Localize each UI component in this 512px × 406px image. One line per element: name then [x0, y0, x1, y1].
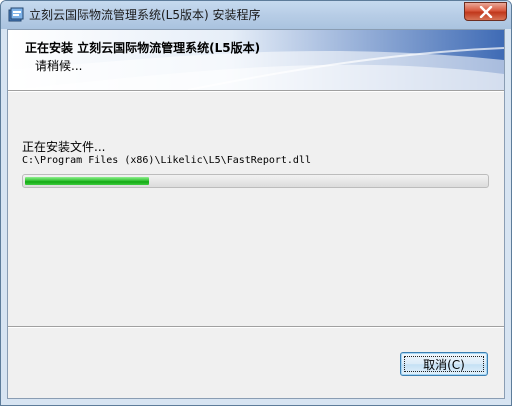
window-title: 立刻云国际物流管理系统(L5版本) 安装程序: [29, 8, 261, 22]
header-banner: 正在安装 立刻云国际物流管理系统(L5版本) 请稍候...: [8, 30, 504, 90]
divider: [8, 91, 504, 92]
current-file-path: C:\Program Files (x86)\Likelic\L5\FastRe…: [22, 155, 311, 166]
divider: [8, 327, 504, 328]
progress-bar: [22, 174, 489, 188]
installer-icon: [8, 7, 24, 23]
close-button[interactable]: [464, 2, 507, 21]
header-title: 正在安装 立刻云国际物流管理系统(L5版本): [25, 41, 261, 55]
installer-body: 正在安装 立刻云国际物流管理系统(L5版本) 请稍候... 正在安装文件... …: [7, 29, 505, 399]
title-bar[interactable]: 立刻云国际物流管理系统(L5版本) 安装程序: [1, 1, 511, 29]
close-icon: [479, 6, 493, 18]
installer-window: 立刻云国际物流管理系统(L5版本) 安装程序 正在安装 立刻云国际物流管理系统(…: [0, 0, 512, 406]
focus-ring: [404, 356, 484, 372]
status-label: 正在安装文件...: [22, 140, 106, 154]
progress-fill: [25, 177, 149, 185]
cancel-button[interactable]: 取消(C): [400, 352, 488, 376]
header-subtitle: 请稍候...: [35, 59, 83, 73]
